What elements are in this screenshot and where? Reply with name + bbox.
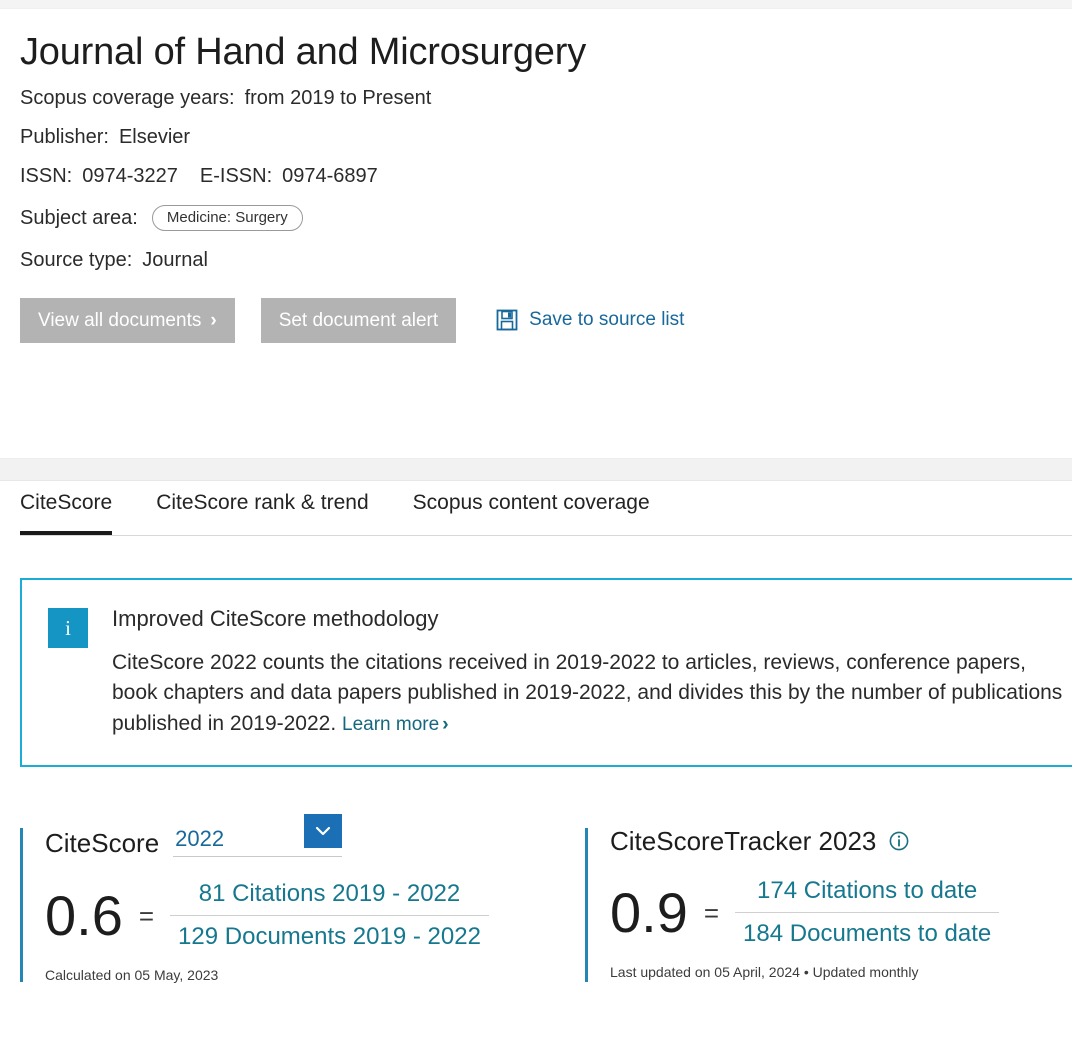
chevron-right-icon: ›	[442, 713, 449, 735]
citescore-citations-link[interactable]: 81 Citations 2019 - 2022	[191, 879, 469, 909]
banner-text: CiteScore 2022 counts the citations rece…	[112, 648, 1072, 739]
tab-scopus-content-coverage[interactable]: Scopus content coverage	[413, 492, 650, 535]
citescore-panel: CiteScore 2022 0.6 = 81 Citations 2019 -…	[20, 814, 585, 983]
issn-row: ISSN: 0974-3227 E-ISSN: 0974-6897	[20, 166, 1072, 186]
view-all-documents-button[interactable]: View all documents ›	[20, 297, 235, 343]
publisher-value: Elsevier	[118, 125, 191, 148]
eissn-label: E-ISSN:	[199, 164, 273, 187]
subject-area-chip[interactable]: Medicine: Surgery	[151, 204, 303, 231]
chevron-down-icon[interactable]	[304, 814, 343, 848]
save-to-source-list-button[interactable]: Save to source list	[496, 309, 684, 331]
citescore-fraction: 81 Citations 2019 - 2022 129 Documents 2…	[170, 879, 489, 952]
tab-citescore-rank-trend[interactable]: CiteScore rank & trend	[156, 492, 368, 535]
banner-body: Improved CiteScore methodology CiteScore…	[112, 608, 1072, 739]
action-button-row: View all documents › Set document alert …	[20, 297, 1072, 343]
tab-citescore[interactable]: CiteScore	[20, 492, 113, 535]
tracker-panel-header: CiteScoreTracker 2023	[610, 828, 1072, 854]
issn-label: ISSN:	[20, 164, 73, 187]
chevron-right-icon: ›	[210, 309, 217, 331]
citescore-year-select[interactable]: 2022	[173, 814, 343, 857]
subject-area-row: Subject area: Medicine: Surgery	[20, 204, 1072, 231]
citescore-fraction-row: 0.6 = 81 Citations 2019 - 2022 129 Docum…	[45, 879, 585, 952]
save-to-source-list-label: Save to source list	[529, 309, 685, 331]
section-divider-band	[0, 458, 1072, 481]
tracker-value: 0.9	[610, 880, 688, 944]
banner-description: CiteScore 2022 counts the citations rece…	[112, 651, 1069, 735]
fraction-bar	[170, 915, 489, 916]
journal-source-details-page: Journal of Hand and Microsurgery Scopus …	[0, 0, 1072, 1058]
citescore-calculated-note: Calculated on 05 May, 2023	[45, 967, 219, 983]
info-icon: i	[48, 608, 88, 648]
tracker-fraction-row: 0.9 = 174 Citations to date 184 Document…	[610, 876, 1072, 949]
coverage-years-row: Scopus coverage years: from 2019 to Pres…	[20, 88, 1072, 108]
citescore-value: 0.6	[45, 883, 123, 947]
publisher-row: Publisher: Elsevier	[20, 127, 1072, 147]
top-strip	[0, 0, 1072, 9]
tracker-updated-note: Last updated on 05 April, 2024 • Updated…	[610, 964, 919, 980]
journal-header: Journal of Hand and Microsurgery Scopus …	[0, 9, 1072, 343]
metric-panels: CiteScore 2022 0.6 = 81 Citations 2019 -…	[20, 814, 1072, 983]
tracker-documents-link[interactable]: 184 Documents to date	[735, 919, 999, 949]
tracker-panel-title: CiteScoreTracker 2023	[610, 826, 877, 856]
citescore-tracker-panel: CiteScoreTracker 2023 0.9 = 174 Citation…	[585, 828, 1072, 982]
eissn-value: 0974-6897	[282, 164, 378, 187]
metrics-tabs: CiteScore CiteScore rank & trend Scopus …	[20, 492, 1072, 536]
fraction-bar	[735, 912, 1000, 913]
citescore-panel-title: CiteScore	[45, 827, 160, 858]
source-type-row: Source type: Journal	[20, 250, 1072, 270]
source-type-label: Source type:	[20, 248, 133, 271]
save-floppy-icon	[496, 309, 518, 331]
tracker-fraction: 174 Citations to date 184 Documents to d…	[735, 876, 1000, 949]
banner-title: Improved CiteScore methodology	[112, 606, 439, 631]
subject-area-label: Subject area:	[20, 206, 138, 229]
citescore-equals-sign: =	[138, 900, 155, 931]
source-type-value: Journal	[142, 248, 208, 271]
set-document-alert-button[interactable]: Set document alert	[260, 297, 457, 343]
view-all-documents-label: View all documents	[38, 309, 202, 331]
learn-more-label: Learn more	[342, 713, 440, 735]
improved-methodology-banner: i Improved CiteScore methodology CiteSco…	[20, 578, 1072, 768]
publisher-label: Publisher:	[20, 125, 109, 148]
set-document-alert-label: Set document alert	[278, 309, 439, 331]
coverage-years-value: from 2019 to Present	[244, 86, 432, 109]
citescore-panel-header: CiteScore 2022	[45, 814, 585, 858]
tracker-equals-sign: =	[703, 897, 720, 928]
coverage-years-label: Scopus coverage years:	[20, 86, 235, 109]
info-circle-icon[interactable]	[888, 830, 910, 852]
citescore-documents-link[interactable]: 129 Documents 2019 - 2022	[170, 922, 489, 952]
issn-value: 0974-3227	[82, 164, 178, 187]
page-title: Journal of Hand and Microsurgery	[20, 31, 586, 73]
tracker-citations-link[interactable]: 174 Citations to date	[749, 876, 985, 906]
learn-more-link[interactable]: Learn more ›	[342, 714, 449, 735]
